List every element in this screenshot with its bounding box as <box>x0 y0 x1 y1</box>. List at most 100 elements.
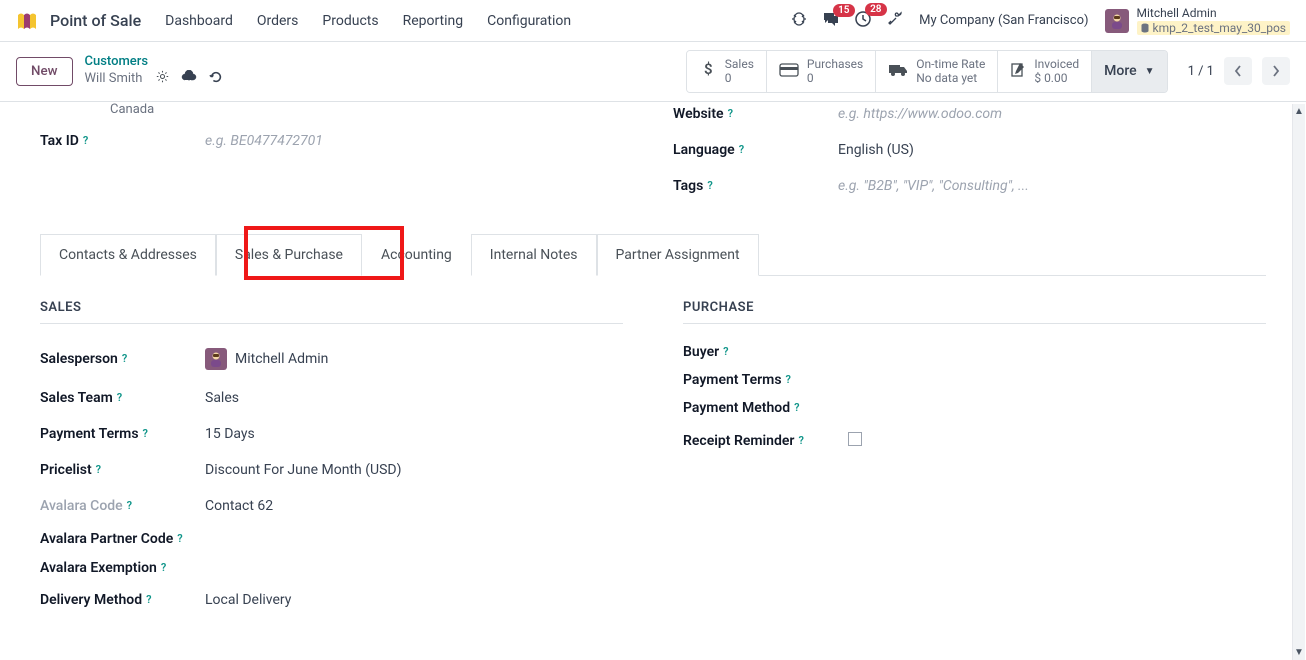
help-icon[interactable]: ? <box>146 593 151 606</box>
avalara-code-label: Avalara Code ? <box>40 498 205 514</box>
tools-icon[interactable] <box>887 11 903 31</box>
breadcrumb-current: Will Smith <box>85 70 224 89</box>
sales-section: SALES Salesperson ? Mitchell Admin Sales… <box>40 300 623 618</box>
avatar <box>1105 9 1129 33</box>
tab-contacts[interactable]: Contacts & Addresses <box>40 234 216 276</box>
user-name: Mitchell Admin <box>1137 6 1290 20</box>
nav-menu: Dashboard Orders Products Reporting Conf… <box>165 13 791 29</box>
tabs-container: Contacts & Addresses Sales & Purchase Ac… <box>40 234 1266 276</box>
stat-invoiced[interactable]: Invoiced $ 0.00 <box>998 51 1092 92</box>
pager-text[interactable]: 1 / 1 <box>1188 64 1214 79</box>
help-icon[interactable]: ? <box>96 463 101 476</box>
tab-accounting[interactable]: Accounting <box>362 234 471 276</box>
help-icon[interactable]: ? <box>143 427 148 440</box>
help-icon[interactable]: ? <box>794 401 799 414</box>
nav-products[interactable]: Products <box>322 13 378 29</box>
avalara-partner-label: Avalara Partner Code ? <box>40 530 205 548</box>
avalara-code-value[interactable]: Contact 62 <box>205 494 623 518</box>
tab-internal-notes[interactable]: Internal Notes <box>471 234 597 276</box>
help-icon[interactable]: ? <box>177 532 182 546</box>
nav-reporting[interactable]: Reporting <box>403 13 464 29</box>
delivery-method-label: Delivery Method ? <box>40 592 205 608</box>
database-icon <box>1141 23 1149 33</box>
delivery-method-value[interactable]: Local Delivery <box>205 588 623 612</box>
buyer-value[interactable] <box>848 348 1266 356</box>
stat-purchases[interactable]: Purchases 0 <box>767 51 876 92</box>
debug-icon[interactable] <box>791 11 807 31</box>
taxid-label: Tax ID ? <box>40 133 205 149</box>
stat-more[interactable]: More ▼ <box>1092 51 1166 92</box>
pager-next[interactable] <box>1262 57 1290 85</box>
help-icon[interactable]: ? <box>798 434 803 447</box>
breadcrumb-parent[interactable]: Customers <box>85 54 224 70</box>
dollar-icon: $ <box>699 60 717 83</box>
user-db: kmp_2_test_may_30_pos <box>1137 21 1290 35</box>
help-icon[interactable]: ? <box>723 345 728 358</box>
taxid-input[interactable]: e.g. BE0477472701 <box>205 129 633 153</box>
receipt-reminder-value[interactable] <box>848 428 1266 454</box>
help-icon[interactable]: ? <box>728 107 733 120</box>
buyer-label: Buyer ? <box>683 344 848 360</box>
payment-method-label: Payment Method ? <box>683 400 848 416</box>
topbar: Point of Sale Dashboard Orders Products … <box>0 0 1306 42</box>
tab-partner-assignment[interactable]: Partner Assignment <box>597 234 759 276</box>
help-icon[interactable]: ? <box>739 143 744 156</box>
language-label: Language ? <box>673 142 838 158</box>
tab-sales-purchase[interactable]: Sales & Purchase <box>216 234 362 276</box>
company-name[interactable]: My Company (San Francisco) <box>919 13 1088 28</box>
activities-icon[interactable]: 28 <box>855 11 871 31</box>
scroll-up-icon[interactable]: ▲ <box>1293 104 1305 119</box>
stat-ontime[interactable]: On-time Rate No data yet <box>876 51 998 92</box>
sales-title: SALES <box>40 300 623 324</box>
card-icon <box>779 61 799 82</box>
pager: 1 / 1 <box>1188 57 1290 85</box>
payment-method-value[interactable] <box>848 404 1266 412</box>
stat-buttons: $ Sales 0 Purchases 0 On-time Rate No da… <box>686 50 1168 93</box>
activities-badge: 28 <box>865 3 886 16</box>
scroll-down-icon[interactable]: ▼ <box>1293 645 1305 660</box>
pricelist-label: Pricelist ? <box>40 462 205 478</box>
nav-orders[interactable]: Orders <box>257 13 299 29</box>
truck-icon <box>888 61 908 82</box>
help-icon[interactable]: ? <box>117 391 122 404</box>
help-icon[interactable]: ? <box>161 561 166 574</box>
svg-text:$: $ <box>704 60 713 78</box>
pricelist-value[interactable]: Discount For June Month (USD) <box>205 458 623 482</box>
language-value[interactable]: English (US) <box>838 138 1266 162</box>
p-payment-terms-value[interactable] <box>848 376 1266 384</box>
p-payment-terms-label: Payment Terms ? <box>683 372 848 388</box>
help-icon[interactable]: ? <box>122 352 127 365</box>
scrollbar[interactable]: ▲ ▼ <box>1292 104 1305 660</box>
salesteam-value[interactable]: Sales <box>205 386 623 410</box>
payment-terms-label: Payment Terms ? <box>40 426 205 442</box>
nav-configuration[interactable]: Configuration <box>487 13 571 29</box>
controlbar: New Customers Will Smith $ <box>0 42 1306 102</box>
receipt-reminder-checkbox[interactable] <box>848 432 862 446</box>
salesperson-label: Salesperson ? <box>40 351 205 367</box>
stat-sales[interactable]: $ Sales 0 <box>687 51 767 92</box>
user-menu[interactable]: Mitchell Admin kmp_2_test_may_30_pos <box>1105 6 1290 35</box>
gear-icon[interactable] <box>156 70 169 88</box>
salesperson-value[interactable]: Mitchell Admin <box>205 344 623 374</box>
payment-terms-value[interactable]: 15 Days <box>205 422 623 446</box>
nav-dashboard[interactable]: Dashboard <box>165 13 233 29</box>
app-title[interactable]: Point of Sale <box>50 11 141 30</box>
help-icon[interactable]: ? <box>786 373 791 386</box>
undo-icon[interactable] <box>209 70 223 89</box>
avalara-exemption-value[interactable] <box>205 564 623 572</box>
website-input[interactable]: e.g. https://www.odoo.com <box>838 102 1266 126</box>
help-icon[interactable]: ? <box>83 134 88 147</box>
topbar-right: 15 28 My Company (San Francisco) Mitchel… <box>791 6 1290 35</box>
country-value[interactable]: Canada <box>110 102 154 117</box>
messages-icon[interactable]: 15 <box>823 12 839 30</box>
tags-input[interactable]: e.g. "B2B", "VIP", "Consulting", ... <box>838 174 1266 198</box>
new-button[interactable]: New <box>16 57 73 86</box>
avalara-partner-value[interactable] <box>205 535 623 543</box>
pager-prev[interactable] <box>1224 57 1252 85</box>
receipt-reminder-label: Receipt Reminder ? <box>683 433 848 449</box>
pencil-icon <box>1010 61 1026 82</box>
purchase-section: PURCHASE Buyer ? Payment Terms ? Payment… <box>683 300 1266 618</box>
help-icon[interactable]: ? <box>707 179 712 192</box>
cloud-upload-icon[interactable] <box>181 70 197 88</box>
help-icon[interactable]: ? <box>127 499 132 512</box>
